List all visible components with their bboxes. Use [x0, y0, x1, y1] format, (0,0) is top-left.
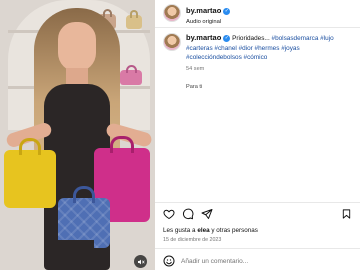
emoji-icon[interactable] — [163, 255, 175, 267]
audio-link[interactable]: Audio original — [186, 19, 230, 26]
likes-prefix: Les gusta a — [163, 227, 198, 234]
avatar[interactable] — [163, 4, 181, 22]
comment-divider — [155, 248, 360, 249]
speaker-icon — [137, 259, 145, 264]
post-header: by.martao ✓ Audio original — [163, 2, 354, 26]
post-viewer: by.martao ✓ Audio original by.martao ✓ Pri… — [0, 0, 360, 270]
post-date: 15 de diciembre de 2023 — [163, 237, 222, 243]
send-icon[interactable] — [201, 208, 213, 220]
verified-badge-icon: ✓ — [223, 35, 231, 42]
header-divider — [155, 27, 360, 28]
person-face — [58, 22, 96, 72]
verified-badge-icon: ✓ — [223, 8, 231, 16]
comment-box — [163, 255, 354, 267]
username-link[interactable]: by.martao — [186, 6, 221, 16]
post-details-panel: by.martao ✓ Audio original by.martao ✓ Pri… — [155, 0, 360, 270]
yellow-handbag — [4, 138, 56, 208]
post-time: 54 sem — [186, 66, 205, 73]
likes-summary: Les gusta a elea y otras personas — [163, 227, 258, 234]
likes-suffix[interactable]: y otras personas — [210, 227, 258, 234]
bookmark-icon[interactable] — [341, 208, 352, 220]
comment-icon[interactable] — [182, 208, 194, 220]
liker-username[interactable]: elea — [197, 227, 209, 234]
caption-avatar[interactable] — [163, 33, 181, 51]
sound-toggle-button[interactable] — [134, 255, 147, 268]
caption-block: by.martao ✓ Prioridades... #bolsasdemarca… — [163, 33, 354, 91]
heart-icon[interactable] — [163, 208, 175, 220]
translation-link[interactable]: Para ti — [186, 83, 354, 91]
actions-divider — [155, 202, 360, 203]
action-bar — [163, 208, 213, 220]
post-media[interactable] — [0, 0, 155, 270]
caption-username[interactable]: by.martao — [186, 33, 221, 42]
caption-text: Prioridades... — [232, 35, 272, 42]
comment-input[interactable] — [181, 257, 331, 265]
